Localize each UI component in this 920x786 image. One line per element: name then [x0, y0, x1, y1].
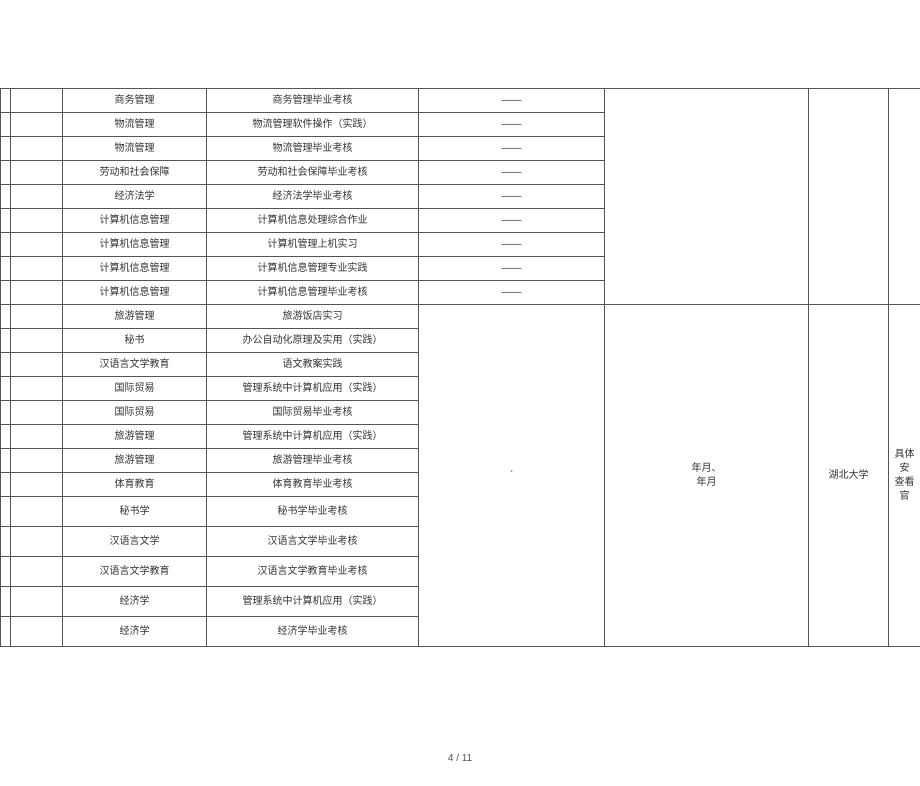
cell-major: 汉语言文学教育 — [63, 557, 207, 587]
cell-merged-4: ` — [419, 305, 605, 647]
cell-major: 旅游管理 — [63, 305, 207, 329]
cell-empty — [1, 89, 11, 113]
cell-merged-7 — [889, 89, 920, 305]
cell-subject: 汉语言文学毕业考核 — [207, 527, 419, 557]
cell-major: 物流管理 — [63, 113, 207, 137]
cell-major: 国际贸易 — [63, 377, 207, 401]
cell-subject: 旅游管理毕业考核 — [207, 449, 419, 473]
cell-subject: 计算机信息管理专业实践 — [207, 257, 419, 281]
cell-major: 汉语言文学教育 — [63, 353, 207, 377]
cell-major: 汉语言文学 — [63, 527, 207, 557]
cell-subject: 物流管理毕业考核 — [207, 137, 419, 161]
cell-subject: 物流管理软件操作（实践） — [207, 113, 419, 137]
cell-dash: —— — [419, 281, 605, 305]
cell-subject: 管理系统中计算机应用（实践） — [207, 425, 419, 449]
cell-subject: 旅游饭店实习 — [207, 305, 419, 329]
cell-subject: 汉语言文学教育毕业考核 — [207, 557, 419, 587]
cell-major: 旅游管理 — [63, 425, 207, 449]
cell-subject: 管理系统中计算机应用（实践） — [207, 377, 419, 401]
cell-dash: —— — [419, 209, 605, 233]
cell-subject: 秘书学毕业考核 — [207, 497, 419, 527]
cell-merged-7: 具体安 查看 官 — [889, 305, 920, 647]
cell-idx — [11, 89, 63, 113]
cell-subject: 体育教育毕业考核 — [207, 473, 419, 497]
cell-subject: 办公自动化原理及实用（实践） — [207, 329, 419, 353]
table-row: 旅游管理 旅游饭店实习 ` 年月、 年月 湖北大学 具体安 查看 官 — [1, 305, 920, 329]
cell-subject: 计算机管理上机实习 — [207, 233, 419, 257]
cell-merged-6: 湖北大学 — [809, 305, 889, 647]
page-footer: 4 / 11 — [0, 753, 920, 764]
cell-subject: 管理系统中计算机应用（实践） — [207, 587, 419, 617]
cell-major: 经济学 — [63, 587, 207, 617]
cell-dash: —— — [419, 161, 605, 185]
cell-merged-6 — [809, 89, 889, 305]
cell-subject: 经济法学毕业考核 — [207, 185, 419, 209]
cell-subject: 商务管理毕业考核 — [207, 89, 419, 113]
cell-major: 国际贸易 — [63, 401, 207, 425]
cell-subject: 语文教案实践 — [207, 353, 419, 377]
table-row: 商务管理 商务管理毕业考核 —— — [1, 89, 920, 113]
cell-dash: —— — [419, 233, 605, 257]
cell-major: 物流管理 — [63, 137, 207, 161]
cell-major: 秘书 — [63, 329, 207, 353]
cell-subject: 劳动和社会保障毕业考核 — [207, 161, 419, 185]
cell-major: 旅游管理 — [63, 449, 207, 473]
cell-dash: —— — [419, 89, 605, 113]
cell-dash: —— — [419, 137, 605, 161]
cell-dash: —— — [419, 257, 605, 281]
cell-major: 计算机信息管理 — [63, 233, 207, 257]
cell-major: 计算机信息管理 — [63, 257, 207, 281]
cell-dash: —— — [419, 185, 605, 209]
cell-major: 经济法学 — [63, 185, 207, 209]
cell-subject: 计算机信息管理毕业考核 — [207, 281, 419, 305]
cell-major: 计算机信息管理 — [63, 281, 207, 305]
cell-major: 秘书学 — [63, 497, 207, 527]
cell-major: 商务管理 — [63, 89, 207, 113]
cell-major: 经济学 — [63, 617, 207, 647]
cell-major: 计算机信息管理 — [63, 209, 207, 233]
cell-subject: 经济学毕业考核 — [207, 617, 419, 647]
cell-subject: 国际贸易毕业考核 — [207, 401, 419, 425]
cell-subject: 计算机信息处理综合作业 — [207, 209, 419, 233]
data-table: 商务管理 商务管理毕业考核 —— 物流管理 物流管理软件操作（实践） —— 物流… — [0, 88, 920, 647]
cell-major: 体育教育 — [63, 473, 207, 497]
cell-merged-5: 年月、 年月 — [605, 305, 809, 647]
cell-dash: —— — [419, 113, 605, 137]
cell-major: 劳动和社会保障 — [63, 161, 207, 185]
cell-merged-5 — [605, 89, 809, 305]
